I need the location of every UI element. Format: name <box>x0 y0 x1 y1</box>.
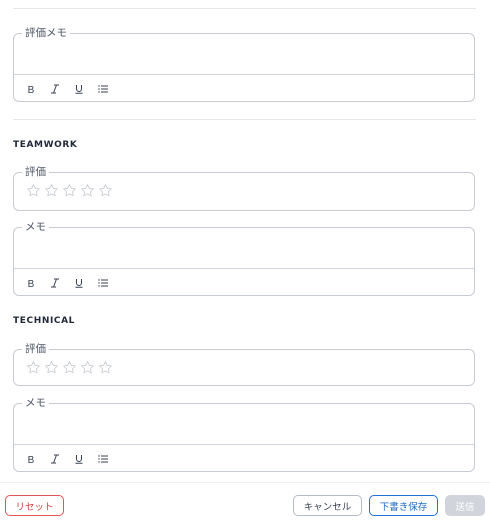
underline-button[interactable] <box>74 453 84 465</box>
svg-text:B: B <box>28 279 35 288</box>
bullet-list-icon <box>98 455 108 463</box>
underline-icon <box>75 85 83 94</box>
italic-icon <box>51 454 59 464</box>
editor-toolbar: B <box>14 445 474 473</box>
star-icon[interactable] <box>26 183 41 198</box>
bullet-list-icon <box>98 85 108 93</box>
bold-icon: B <box>28 85 35 94</box>
technical-memo-editor: メモ B <box>13 396 475 473</box>
bold-button[interactable]: B <box>26 277 36 289</box>
technical-rating-field: 評価 <box>13 342 475 386</box>
section-divider <box>13 119 476 120</box>
teamwork-memo-label: メモ <box>22 220 49 234</box>
underline-icon <box>75 455 83 464</box>
bold-button[interactable]: B <box>26 453 36 465</box>
underline-button[interactable] <box>74 83 84 95</box>
italic-button[interactable] <box>50 277 60 289</box>
bold-button[interactable]: B <box>26 83 36 95</box>
italic-icon <box>51 84 59 94</box>
star-icon[interactable] <box>80 360 95 375</box>
star-icon[interactable] <box>98 360 113 375</box>
evaluation-memo-editor: 評価メモ B <box>13 26 475 103</box>
reset-button[interactable]: リセット <box>5 495 64 516</box>
technical-rating-label: 評価 <box>22 342 49 356</box>
evaluation-memo-label: 評価メモ <box>22 26 70 40</box>
top-divider <box>13 8 476 9</box>
teamwork-rating-label: 評価 <box>22 165 49 179</box>
star-icon[interactable] <box>80 183 95 198</box>
teamwork-rating-field: 評価 <box>13 165 475 211</box>
italic-button[interactable] <box>50 83 60 95</box>
underline-icon <box>75 279 83 288</box>
svg-text:B: B <box>28 85 35 94</box>
italic-icon <box>51 278 59 288</box>
bullet-list-button[interactable] <box>98 453 108 465</box>
bullet-list-button[interactable] <box>98 83 108 95</box>
editor-toolbar: B <box>14 75 474 103</box>
teamwork-star-rating <box>26 183 113 198</box>
teamwork-memo-input[interactable] <box>14 228 474 269</box>
teamwork-memo-editor: メモ B <box>13 220 475 297</box>
save-draft-button[interactable]: 下書き保存 <box>369 495 438 516</box>
technical-memo-input[interactable] <box>14 404 474 445</box>
star-icon[interactable] <box>44 360 59 375</box>
evaluation-memo-input[interactable] <box>14 34 474 75</box>
svg-text:B: B <box>28 455 35 464</box>
editor-toolbar: B <box>14 269 474 297</box>
star-icon[interactable] <box>44 183 59 198</box>
star-icon[interactable] <box>26 360 41 375</box>
bold-icon: B <box>28 455 35 464</box>
bold-icon: B <box>28 279 35 288</box>
star-icon[interactable] <box>62 360 77 375</box>
cancel-button[interactable]: キャンセル <box>293 495 362 516</box>
underline-button[interactable] <box>74 277 84 289</box>
star-icon[interactable] <box>98 183 113 198</box>
submit-button[interactable]: 送信 <box>445 495 485 516</box>
bullet-list-button[interactable] <box>98 277 108 289</box>
footer-action-bar: リセット キャンセル 下書き保存 送信 <box>0 482 490 524</box>
technical-memo-label: メモ <box>22 396 49 410</box>
section-title-teamwork: TEAMWORK <box>13 140 78 150</box>
star-icon[interactable] <box>62 183 77 198</box>
bullet-list-icon <box>98 279 108 287</box>
technical-star-rating <box>26 360 113 375</box>
italic-button[interactable] <box>50 453 60 465</box>
section-title-technical: TECHNICAL <box>13 316 76 326</box>
